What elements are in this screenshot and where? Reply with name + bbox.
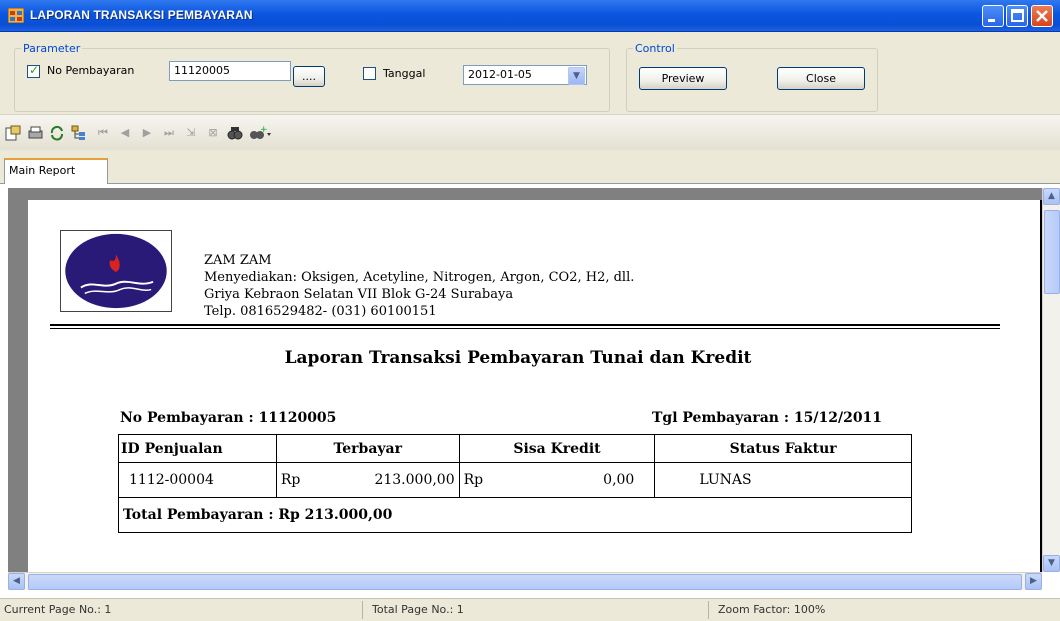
maximize-button[interactable] — [1006, 5, 1028, 27]
report-tabstrip: Main Report — [0, 150, 1060, 184]
parameter-group: Parameter ✓ No Pembayaran 11120005 .... … — [14, 42, 610, 112]
svg-text:+: + — [260, 125, 268, 135]
checkmark-icon: ✓ — [29, 63, 40, 77]
preview-button[interactable]: Preview — [639, 67, 727, 90]
no-pembayaran-info: No Pembayaran : 11120005 — [120, 410, 337, 426]
scroll-left-icon[interactable]: ◀ — [8, 573, 25, 590]
scroll-down-icon[interactable]: ▼ — [1043, 555, 1060, 572]
tanggal-value: 2012-01-05 — [468, 68, 532, 81]
company-products: Menyediakan: Oksigen, Acetyline, Nitroge… — [204, 270, 635, 285]
sisa-kredit-value: 0,00 — [603, 472, 635, 488]
header-divider-thin — [50, 328, 1000, 329]
status-bar: Current Page No.: 1 Total Page No.: 1 Zo… — [0, 598, 1060, 621]
first-page-icon[interactable]: ⏮ — [94, 125, 112, 141]
table-header: Status Faktur — [654, 434, 912, 463]
header-divider — [50, 324, 1000, 326]
status-separator — [708, 601, 709, 619]
currency-label: Rp — [280, 472, 301, 488]
tanggal-label: Tanggal — [383, 67, 426, 80]
horizontal-scrollbar[interactable]: ◀ ▶ — [8, 572, 1042, 590]
refresh-icon[interactable] — [48, 125, 66, 145]
maximize-icon — [1011, 9, 1024, 22]
total-row: Total Pembayaran : Rp 213.000,00 — [118, 497, 912, 533]
scroll-right-icon[interactable]: ▶ — [1025, 573, 1042, 590]
zoom-status: Zoom Factor: 100% — [718, 603, 826, 616]
table-header: Sisa Kredit — [458, 434, 656, 463]
horizontal-scroll-thumb[interactable] — [28, 574, 1022, 590]
tanggal-checkbox[interactable] — [363, 67, 376, 80]
status-faktur-cell: LUNAS — [654, 462, 912, 498]
no-pembayaran-checkbox[interactable]: ✓ — [27, 63, 40, 78]
close-icon — [1036, 10, 1048, 22]
tgl-pembayaran-info: Tgl Pembayaran : 15/12/2011 — [652, 410, 883, 426]
parameter-area: Parameter ✓ No Pembayaran 11120005 .... … — [0, 32, 1060, 114]
sisa-kredit-cell: Rp 0,00 — [458, 462, 656, 498]
table-header: Terbayar — [275, 434, 460, 463]
current-page-status: Current Page No.: 1 — [4, 603, 112, 616]
table-header: ID Penjualan — [118, 434, 277, 463]
title-bar: LAPORAN TRANSAKSI PEMBAYARAN — [0, 0, 1060, 32]
status-separator — [362, 601, 363, 619]
no-pembayaran-input[interactable]: 11120005 — [169, 61, 291, 81]
minimize-icon — [988, 19, 995, 22]
report-page: ZAM ZAM Menyediakan: Oksigen, Acetyline,… — [28, 200, 1042, 572]
close-button[interactable]: Close — [777, 67, 865, 90]
print-icon[interactable] — [26, 125, 44, 145]
minimize-button[interactable] — [982, 5, 1004, 27]
zoom-icon[interactable]: + — [248, 125, 272, 145]
close-window-button[interactable] — [1031, 5, 1053, 27]
vertical-scrollbar[interactable]: ▲ ▼ — [1042, 188, 1060, 572]
parameter-legend: Parameter — [21, 42, 83, 55]
goto-page-icon[interactable]: ⇲ — [182, 125, 200, 141]
stop-icon[interactable]: ⊠ — [204, 125, 222, 141]
group-tree-icon[interactable] — [70, 125, 88, 145]
control-group: Control Preview Close — [626, 42, 878, 112]
id-penjualan-cell: 1112-00004 — [118, 462, 277, 498]
total-pembayaran: Total Pembayaran : Rp 213.000,00 — [118, 497, 912, 533]
table-header-row: ID Penjualan Terbayar Sisa Kredit Status… — [118, 434, 912, 463]
terbayar-cell: Rp 213.000,00 — [275, 462, 460, 498]
company-phone: Telp. 0816529482- (031) 60100151 — [204, 304, 437, 319]
tanggal-dropdown[interactable]: 2012-01-05 ▼ — [463, 65, 587, 85]
total-page-status: Total Page No.: 1 — [372, 603, 464, 616]
find-icon[interactable] — [226, 125, 244, 145]
no-pembayaran-label: No Pembayaran — [47, 64, 135, 77]
company-logo — [60, 230, 172, 312]
table-row: 1112-00004 Rp 213.000,00 Rp 0,00 LUNAS — [118, 462, 912, 498]
scroll-up-icon[interactable]: ▲ — [1043, 188, 1060, 205]
report-viewport[interactable]: ZAM ZAM Menyediakan: Oksigen, Acetyline,… — [8, 188, 1042, 572]
report-title: Laporan Transaksi Pembayaran Tunai dan K… — [284, 348, 752, 368]
chevron-down-icon[interactable]: ▼ — [568, 67, 585, 85]
tab-main-report[interactable]: Main Report — [4, 158, 108, 184]
next-page-icon[interactable]: ▶ — [138, 125, 156, 141]
export-icon[interactable] — [4, 125, 22, 145]
control-legend: Control — [633, 42, 677, 55]
browse-button[interactable]: .... — [293, 66, 325, 87]
vertical-scroll-thumb[interactable] — [1044, 210, 1060, 294]
company-name: ZAM ZAM — [204, 253, 272, 268]
prev-page-icon[interactable]: ◀ — [116, 125, 134, 141]
last-page-icon[interactable]: ⏭ — [160, 125, 178, 141]
company-address: Griya Kebraon Selatan VII Blok G-24 Sura… — [204, 287, 514, 302]
window-title: LAPORAN TRANSAKSI PEMBAYARAN — [30, 8, 253, 22]
report-toolbar: ⏮ ◀ ▶ ⏭ ⇲ ⊠ + — [0, 114, 1060, 150]
currency-label: Rp — [463, 472, 484, 488]
payment-table: ID Penjualan Terbayar Sisa Kredit Status… — [118, 434, 912, 533]
company-info: ZAM ZAM Menyediakan: Oksigen, Acetyline,… — [204, 252, 634, 320]
terbayar-value: 213.000,00 — [374, 472, 455, 488]
app-icon — [8, 8, 24, 23]
